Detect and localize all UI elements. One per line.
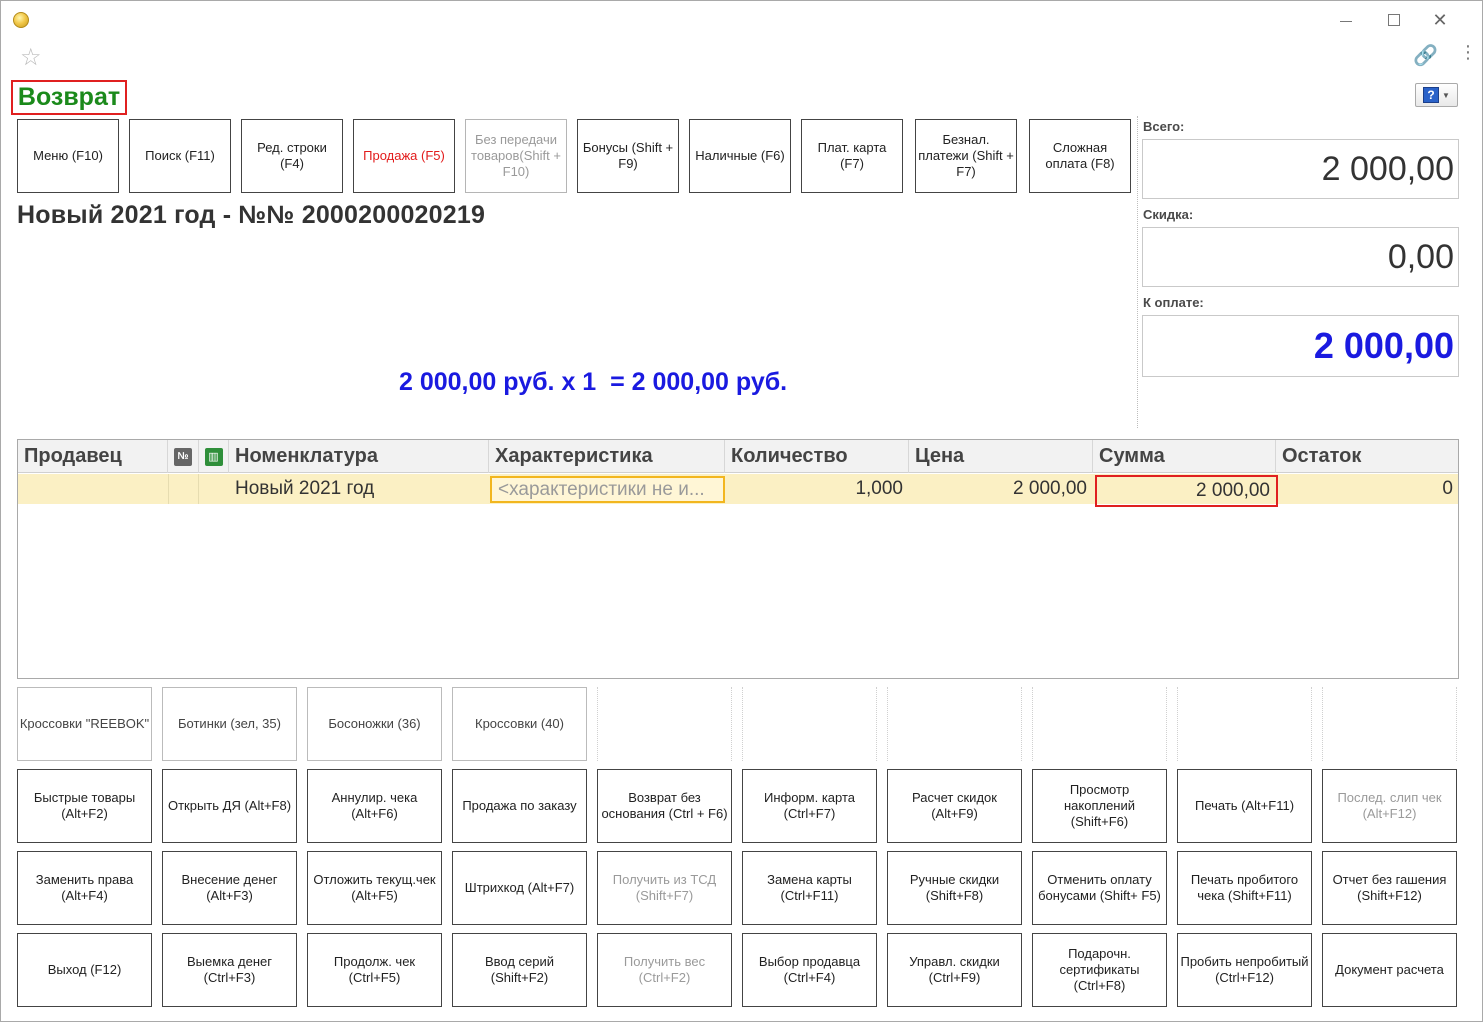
form-title: Возврат (11, 80, 127, 115)
col-rest[interactable]: Остаток (1276, 440, 1459, 473)
cell-seller[interactable] (18, 474, 168, 504)
quick-good-button[interactable]: Босоножки (36) (307, 687, 442, 761)
function-button[interactable]: Получить из ТСД (Shift+F7) (597, 851, 732, 925)
no-goods-transfer-button[interactable]: Без передачи товаров(Shift + F10) (465, 119, 567, 193)
function-button[interactable]: Продажа по заказу (452, 769, 587, 843)
favorite-star-icon[interactable]: ☆ (20, 43, 42, 71)
function-button[interactable]: Подарочн. сертификаты (Ctrl+F8) (1032, 933, 1167, 1007)
col-quantity[interactable]: Количество (725, 440, 909, 473)
minimize-button[interactable] (1331, 7, 1361, 33)
app-icon (13, 12, 29, 28)
table-header: Продавец № ▥ Номенклатура Характеристика… (18, 440, 1458, 473)
close-icon: ✕ (1432, 9, 1448, 31)
col-barcode[interactable]: ▥ (199, 440, 229, 473)
quick-good-slot-empty (742, 687, 877, 761)
function-button[interactable]: Получить вес (Ctrl+F2) (597, 933, 732, 1007)
total-label: Всего: (1143, 119, 1185, 134)
col-sum[interactable]: Сумма (1093, 440, 1276, 473)
quick-good-button[interactable]: Ботинки (зел, 35) (162, 687, 297, 761)
help-icon: ? (1423, 87, 1440, 103)
function-button[interactable]: Печать (Alt+F11) (1177, 769, 1312, 843)
card-payment-button[interactable]: Плат. карта (F7) (801, 119, 903, 193)
function-button[interactable]: Заменить права (Alt+F4) (17, 851, 152, 925)
function-button[interactable]: Аннулир. чека (Alt+F6) (307, 769, 442, 843)
quick-good-slot-empty (887, 687, 1022, 761)
function-button[interactable]: Внесение денег (Alt+F3) (162, 851, 297, 925)
function-button[interactable]: Просмотр накоплений (Shift+F6) (1032, 769, 1167, 843)
to-pay-value: 2 000,00 (1142, 315, 1459, 377)
cell-rest: 0 (1442, 478, 1453, 499)
help-button[interactable]: ? ▼ (1415, 83, 1458, 107)
cell-nomenclature[interactable]: Новый 2021 год (229, 474, 489, 504)
discount-label: Скидка: (1143, 207, 1194, 222)
quick-good-slot-empty (1177, 687, 1312, 761)
bonuses-button[interactable]: Бонусы (Shift + F9) (577, 119, 679, 193)
quick-good-slot-empty (1032, 687, 1167, 761)
complex-payment-button[interactable]: Сложная оплата (F8) (1029, 119, 1131, 193)
function-button[interactable]: Ручные скидки (Shift+F8) (887, 851, 1022, 925)
close-button[interactable]: ✕ (1425, 7, 1455, 33)
edit-row-button[interactable]: Ред. строки (F4) (241, 119, 343, 193)
col-price[interactable]: Цена (909, 440, 1093, 473)
document-title: Новый 2021 год - №№ 2000200020219 (17, 201, 486, 229)
more-menu-icon[interactable]: ⋮ (1459, 42, 1477, 63)
col-characteristic[interactable]: Характеристика (489, 440, 725, 473)
chevron-down-icon: ▼ (1442, 90, 1450, 100)
function-button[interactable]: Замена карты (Ctrl+F11) (742, 851, 877, 925)
link-icon[interactable]: 🔗 (1413, 43, 1438, 67)
cashless-payments-button[interactable]: Безнал. платежи (Shift + F7) (915, 119, 1017, 193)
function-button[interactable]: Печать пробитого чека (Shift+F11) (1177, 851, 1312, 925)
function-button[interactable]: Возврат без основания (Ctrl + F6) (597, 769, 732, 843)
function-button[interactable]: Выход (F12) (17, 933, 152, 1007)
function-button[interactable]: Послед. слип чек (Alt+F12) (1322, 769, 1457, 843)
to-pay-label: К оплате: (1143, 295, 1204, 310)
discount-value: 0,00 (1142, 227, 1459, 287)
goods-table: Продавец № ▥ Номенклатура Характеристика… (17, 439, 1459, 679)
cell-price[interactable]: 2 000,00 (909, 474, 1093, 504)
function-button[interactable]: Пробить непробитый (Ctrl+F12) (1177, 933, 1312, 1007)
cell-characteristic[interactable]: <характеристики не и... (490, 476, 725, 503)
maximize-button[interactable] (1379, 7, 1409, 33)
function-button[interactable]: Выемка денег (Ctrl+F3) (162, 933, 297, 1007)
price-calculation: 2 000,00 руб. х 1 = 2 000,00 руб. (399, 368, 788, 396)
quick-good-button[interactable]: Кроссовки (40) (452, 687, 587, 761)
function-button[interactable]: Управл. скидки (Ctrl+F9) (887, 933, 1022, 1007)
table-row[interactable]: Новый 2021 год <характеристики не и... 1… (18, 474, 1458, 507)
barcode-icon: ▥ (204, 447, 223, 466)
cell-sum[interactable]: 2 000,00 (1095, 475, 1278, 507)
totals-divider (1137, 116, 1138, 428)
cell-number (168, 474, 199, 504)
number-icon: № (174, 447, 192, 466)
quick-good-button[interactable]: Кроссовки "REEBOK" (17, 687, 152, 761)
function-button[interactable]: Документ расчета (1322, 933, 1457, 1007)
function-button[interactable]: Продолж. чек (Ctrl+F5) (307, 933, 442, 1007)
search-button[interactable]: Поиск (F11) (129, 119, 231, 193)
function-button[interactable]: Отчет без гашения (Shift+F12) (1322, 851, 1457, 925)
function-button[interactable]: Выбор продавца (Ctrl+F4) (742, 933, 877, 1007)
function-button[interactable]: Штрихкод (Alt+F7) (452, 851, 587, 925)
function-button[interactable]: Быстрые товары (Alt+F2) (17, 769, 152, 843)
cash-button[interactable]: Наличные (F6) (689, 119, 791, 193)
minimize-icon (1340, 20, 1352, 22)
quick-good-slot-empty (597, 687, 732, 761)
function-button[interactable]: Открыть ДЯ (Alt+F8) (162, 769, 297, 843)
function-button[interactable]: Отменить оплату бонусами (Shift+ F5) (1032, 851, 1167, 925)
menu-button[interactable]: Меню (F10) (17, 119, 119, 193)
function-button[interactable]: Ввод серий (Shift+F2) (452, 933, 587, 1007)
col-nomenclature[interactable]: Номенклатура (229, 440, 489, 473)
col-number[interactable]: № (168, 440, 199, 473)
function-button[interactable]: Информ. карта (Ctrl+F7) (742, 769, 877, 843)
quick-good-slot-empty (1322, 687, 1457, 761)
col-seller[interactable]: Продавец (18, 440, 168, 473)
cell-quantity[interactable]: 1,000 (725, 474, 909, 504)
maximize-icon (1388, 14, 1400, 26)
cash-register-window: ✕ ☆ 🔗 ⋮ Возврат ? ▼ Меню (F10) Поиск (F11… (0, 0, 1483, 1022)
sale-button[interactable]: Продажа (F5) (353, 119, 455, 193)
function-button[interactable]: Отложить текущ.чек (Alt+F5) (307, 851, 442, 925)
total-value: 2 000,00 (1142, 139, 1459, 199)
function-button[interactable]: Расчет скидок (Alt+F9) (887, 769, 1022, 843)
